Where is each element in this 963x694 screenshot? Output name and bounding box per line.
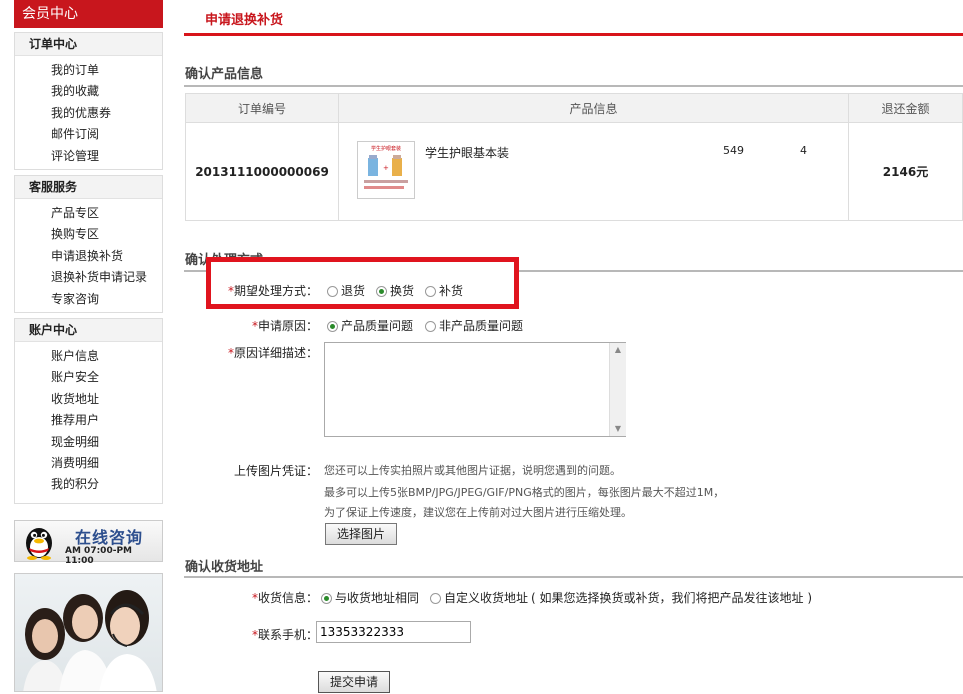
column-header-product-info: 产品信息	[338, 93, 849, 123]
sidebar-item-cash-details[interactable]: 现金明细	[15, 432, 162, 453]
method-option-label: 退货	[341, 284, 366, 298]
column-header-order-no: 订单编号	[185, 93, 339, 123]
upload-hint-3: 为了保证上传速度，建议您在上传前对过大图片进行压缩处理。	[324, 506, 632, 519]
detail-textarea[interactable]	[324, 342, 626, 437]
scroll-down-arrow-icon[interactable]: ▼	[610, 422, 626, 436]
online-consult-label: 在线咨询	[75, 528, 144, 547]
sidebar-item-account-security[interactable]: 账户安全	[15, 367, 162, 388]
account-center-panel: 账户中心 账户信息 账户安全 收货地址 推荐用户 现金明细 消费明细 我的积分	[14, 318, 163, 504]
table-row: 2013111000000069 学生护眼套装 + 学生护眼基本装 549 4 …	[185, 122, 963, 221]
radio-exchange[interactable]	[376, 286, 387, 297]
sidebar-item-apply-return[interactable]: 申请退换补货	[15, 246, 162, 267]
method-label: 期望处理方式：	[233, 284, 318, 298]
column-header-refund-amount: 退还金额	[848, 93, 963, 123]
ship-option-custom[interactable]: 自定义收货地址	[430, 589, 528, 606]
method-option-return[interactable]: 退货	[327, 282, 365, 299]
support-agents-image	[23, 590, 157, 691]
product-table: 订单编号 产品信息 退还金额 2013111000000069 学生护眼套装 +…	[185, 93, 963, 221]
submit-button[interactable]: 提交申请	[318, 671, 390, 693]
detail-label: 原因详细描述：	[233, 346, 318, 360]
sidebar-item-refer-user[interactable]: 推荐用户	[15, 410, 162, 431]
upload-hint-2: 最多可以上传5张BMP/JPG/JPEG/GIF/PNG格式的图片，每张图片最大…	[324, 486, 725, 499]
sidebar-item-my-favorites[interactable]: 我的收藏	[15, 81, 162, 102]
method-label-wrap: *期望处理方式：	[188, 282, 318, 299]
product-thumbnail[interactable]: 学生护眼套装 +	[357, 141, 415, 199]
product-name[interactable]: 学生护眼基本装	[425, 144, 509, 161]
choose-image-button[interactable]: 选择图片	[325, 523, 397, 545]
product-quantity: 4	[800, 144, 807, 157]
ship-label-wrap: *收货信息：	[188, 589, 318, 606]
sidebar-heading: 订单中心	[15, 33, 162, 56]
svg-text:+: +	[383, 164, 389, 172]
method-option-label: 补货	[439, 284, 464, 298]
textarea-scrollbar[interactable]: ▲ ▼	[609, 343, 626, 436]
address-section-title: 确认收货地址	[185, 560, 264, 575]
radio-replenish[interactable]	[425, 286, 436, 297]
radio-quality-issue[interactable]	[327, 321, 338, 332]
reason-option-non-quality[interactable]: 非产品质量问题	[425, 317, 523, 334]
page-title: 申请退换补货	[205, 13, 284, 28]
sidebar-item-shipping-address[interactable]: 收货地址	[15, 389, 162, 410]
sidebar-heading: 客服服务	[15, 176, 162, 199]
reason-option-quality[interactable]: 产品质量问题	[327, 317, 413, 334]
phone-label-wrap: *联系手机：	[188, 626, 318, 643]
order-number: 2013111000000069	[185, 122, 339, 221]
refund-amount: 2146元	[848, 122, 963, 221]
sidebar-item-spending-details[interactable]: 消费明细	[15, 453, 162, 474]
title-divider	[184, 33, 963, 36]
ship-option-label: 与收货地址相同	[335, 591, 420, 605]
sidebar-item-product-zone[interactable]: 产品专区	[15, 203, 162, 224]
sidebar-item-my-coupons[interactable]: 我的优惠券	[15, 103, 162, 124]
product-price: 549	[723, 144, 744, 157]
sidebar-item-account-info[interactable]: 账户信息	[15, 346, 162, 367]
phone-label: 联系手机：	[257, 628, 318, 642]
product-bottles-image: +	[364, 155, 408, 189]
method-option-replenish[interactable]: 补货	[425, 282, 463, 299]
thumbnail-caption: 学生护眼套装	[370, 146, 401, 152]
online-consult-banner[interactable]: 在线咨询 AM 07:00-PM 11:00	[14, 520, 163, 566]
sidebar-item-return-records[interactable]: 退换补货申请记录	[15, 267, 162, 288]
sidebar-heading: 账户中心	[15, 319, 162, 342]
reason-label-wrap: *申请原因：	[188, 317, 318, 334]
method-option-exchange[interactable]: 换货	[376, 282, 414, 299]
customer-service-photo	[14, 573, 163, 692]
scroll-up-arrow-icon[interactable]: ▲	[610, 343, 626, 357]
reason-option-label: 产品质量问题	[341, 319, 414, 333]
service-hours: AM 07:00-PM 11:00	[65, 546, 132, 566]
section-divider	[184, 576, 963, 578]
sidebar-item-my-points[interactable]: 我的积分	[15, 474, 162, 495]
product-info-cell: 学生护眼套装 + 学生护眼基本装 549 4	[338, 122, 849, 221]
radio-same-address[interactable]	[321, 593, 332, 604]
radio-custom-address[interactable]	[430, 593, 441, 604]
sidebar-item-review-management[interactable]: 评论管理	[15, 146, 162, 167]
radio-return[interactable]	[327, 286, 338, 297]
upload-label: 上传图片凭证：	[233, 464, 318, 478]
table-header-row: 订单编号 产品信息 退还金额	[185, 93, 963, 123]
order-center-panel: 订单中心 我的订单 我的收藏 我的优惠券 邮件订阅 评论管理	[14, 32, 163, 170]
sidebar-item-email-subscription[interactable]: 邮件订阅	[15, 124, 162, 145]
sidebar-item-my-orders[interactable]: 我的订单	[15, 60, 162, 81]
ship-note: ( 如果您选择换货或补货，我们将把产品发往该地址 )	[531, 591, 812, 605]
reason-label: 申请原因：	[257, 319, 318, 333]
product-section-title: 确认产品信息	[185, 67, 264, 82]
phone-input[interactable]	[316, 621, 471, 643]
reason-option-label: 非产品质量问题	[439, 319, 524, 333]
member-center-title: 会员中心	[14, 0, 163, 28]
sidebar-item-expert-consult[interactable]: 专家咨询	[15, 289, 162, 310]
ship-option-label: 自定义收货地址	[444, 591, 529, 605]
ship-label: 收货信息：	[257, 591, 318, 605]
sidebar-item-exchange-zone[interactable]: 换购专区	[15, 224, 162, 245]
section-divider	[184, 85, 963, 87]
penguin-icon	[26, 528, 52, 560]
customer-service-panel: 客服服务 产品专区 换购专区 申请退换补货 退换补货申请记录 专家咨询	[14, 175, 163, 313]
radio-non-quality-issue[interactable]	[425, 321, 436, 332]
method-option-label: 换货	[390, 284, 415, 298]
upload-hint-1: 您还可以上传实拍照片或其他图片证据，说明您遇到的问题。	[324, 464, 621, 477]
detail-label-wrap: *原因详细描述：	[188, 344, 318, 361]
ship-option-same[interactable]: 与收货地址相同	[321, 589, 419, 606]
